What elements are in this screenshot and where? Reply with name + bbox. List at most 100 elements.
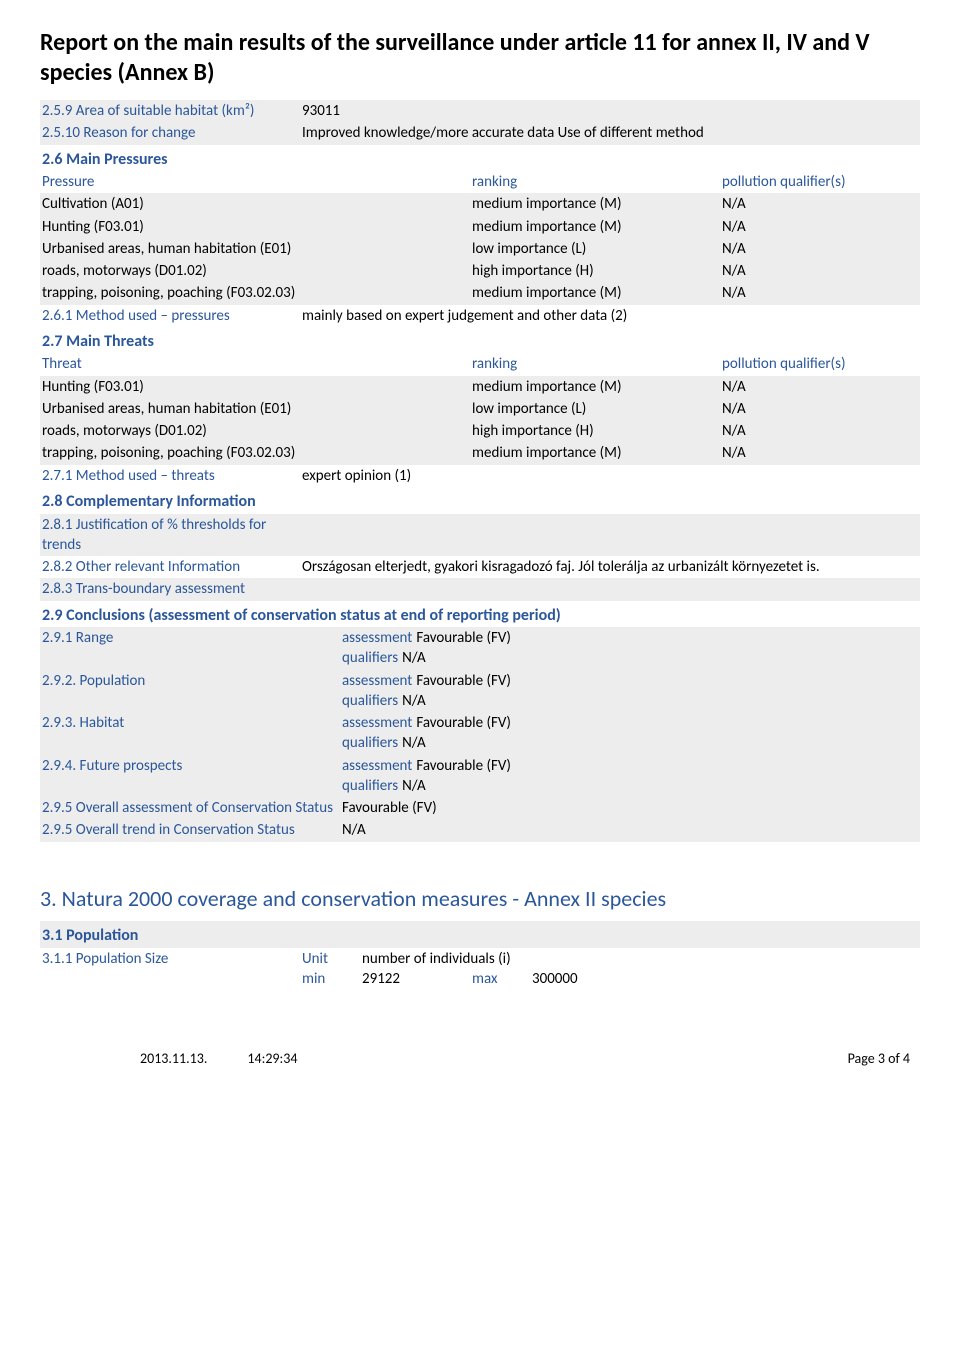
cell: medium importance (M) <box>472 194 722 214</box>
cell: N/A <box>722 399 918 419</box>
cell: Hunting (F03.01) <box>42 377 472 397</box>
field-value: assessmentFavourable (FV) qualifiersN/A <box>342 713 918 754</box>
col-pollution-qualifier: pollution qualifier(s) <box>722 172 918 192</box>
cell: Hunting (F03.01) <box>42 217 472 237</box>
section-2-9: 2.9 Conclusions (assessment of conservat… <box>40 601 920 628</box>
max-value: 300000 <box>532 969 642 989</box>
assessment-value: Favourable (FV) <box>416 756 511 776</box>
cell: roads, motorways (D01.02) <box>42 261 472 281</box>
cell: Urbanised areas, human habitation (E01) <box>42 239 472 259</box>
footer-time: 14:29:34 <box>247 1050 297 1069</box>
field-2-5-10: 2.5.10 Reason for change Improved knowle… <box>40 122 920 144</box>
table-row: Urbanised areas, human habitation (E01) … <box>40 398 920 420</box>
cell: N/A <box>722 443 918 463</box>
field-2-8-1: 2.8.1 Justification of % thresholds for … <box>40 514 920 557</box>
cell: trapping, poisoning, poaching (F03.02.03… <box>42 443 472 463</box>
qualifiers-label: qualifiers <box>342 648 398 668</box>
table-row: roads, motorways (D01.02) high importanc… <box>40 260 920 282</box>
field-2-6-1: 2.6.1 Method used – pressures mainly bas… <box>40 305 920 327</box>
pressures-header: Pressure ranking pollution qualifier(s) <box>40 171 920 193</box>
field-value: mainly based on expert judgement and oth… <box>302 306 918 326</box>
field-value: N/A <box>342 820 918 840</box>
field-label: 3.1.1 Population Size <box>42 949 302 990</box>
col-threat: Threat <box>42 354 472 374</box>
field-value: Országosan elterjedt, gyakori kisragadoz… <box>302 557 918 577</box>
field-2-7-1: 2.7.1 Method used – threats expert opini… <box>40 465 920 487</box>
field-label: 2.9.5 Overall assessment of Conservation… <box>42 798 342 818</box>
col-pressure: Pressure <box>42 172 472 192</box>
page-footer: 2013.11.13. 14:29:34 Page 3 of 4 <box>40 1050 920 1069</box>
cell: N/A <box>722 377 918 397</box>
footer-date: 2013.11.13. <box>140 1050 207 1069</box>
field-value: 93011 <box>302 101 918 121</box>
cell: medium importance (M) <box>472 283 722 303</box>
field-value: Improved knowledge/more accurate data Us… <box>302 123 918 143</box>
cell: N/A <box>722 194 918 214</box>
field-label: 2.9.4. Future prospects <box>42 756 342 776</box>
cell: medium importance (M) <box>472 377 722 397</box>
cell: medium importance (M) <box>472 217 722 237</box>
unit-label: Unit <box>302 949 362 969</box>
cell: low importance (L) <box>472 239 722 259</box>
assessment-label: assessment <box>342 628 412 648</box>
qualifiers-label: qualifiers <box>342 776 398 796</box>
field-2-9-3: 2.9.3. Habitat assessmentFavourable (FV)… <box>40 712 920 755</box>
field-2-9-1: 2.9.1 Range assessmentFavourable (FV) qu… <box>40 627 920 670</box>
qualifiers-label: qualifiers <box>342 691 398 711</box>
table-row: trapping, poisoning, poaching (F03.02.03… <box>40 282 920 304</box>
field-value: Favourable (FV) <box>342 798 918 818</box>
qualifiers-value: N/A <box>402 648 426 668</box>
section-2-6: 2.6 Main Pressures <box>40 145 920 172</box>
field-2-8-3: 2.8.3 Trans-boundary assessment <box>40 578 920 600</box>
footer-page: Page 3 of 4 <box>848 1050 910 1069</box>
field-2-8-2: 2.8.2 Other relevant Information Országo… <box>40 556 920 578</box>
field-2-9-5-overall-trend: 2.9.5 Overall trend in Conservation Stat… <box>40 819 920 841</box>
field-label: 2.9.1 Range <box>42 628 342 648</box>
field-label: 2.8.3 Trans-boundary assessment <box>42 579 302 599</box>
col-ranking: ranking <box>472 354 722 374</box>
page-title: Report on the main results of the survei… <box>40 28 920 88</box>
field-label: 2.9.2. Population <box>42 671 342 691</box>
assessment-label: assessment <box>342 713 412 733</box>
table-row: roads, motorways (D01.02) high importanc… <box>40 420 920 442</box>
field-value: assessmentFavourable (FV) qualifiersN/A <box>342 628 918 669</box>
section-3: 3. Natura 2000 coverage and conservation… <box>40 884 920 914</box>
qualifiers-label: qualifiers <box>342 733 398 753</box>
field-label: 2.9.5 Overall trend in Conservation Stat… <box>42 820 342 840</box>
table-row: Hunting (F03.01) medium importance (M) N… <box>40 216 920 238</box>
unit-value: number of individuals (i) <box>362 949 511 969</box>
assessment-value: Favourable (FV) <box>416 713 511 733</box>
cell: low importance (L) <box>472 399 722 419</box>
qualifiers-value: N/A <box>402 733 426 753</box>
assessment-label: assessment <box>342 671 412 691</box>
min-value: 29122 <box>362 969 472 989</box>
field-label: 2.8.1 Justification of % thresholds for … <box>42 515 302 556</box>
qualifiers-value: N/A <box>402 776 426 796</box>
cell: roads, motorways (D01.02) <box>42 421 472 441</box>
field-label: 2.9.3. Habitat <box>42 713 342 733</box>
assessment-label: assessment <box>342 756 412 776</box>
assessment-value: Favourable (FV) <box>416 671 511 691</box>
section-2-7: 2.7 Main Threats <box>40 327 920 354</box>
cell: N/A <box>722 261 918 281</box>
col-pollution-qualifier: pollution qualifier(s) <box>722 354 918 374</box>
assessment-value: Favourable (FV) <box>416 628 511 648</box>
threats-header: Threat ranking pollution qualifier(s) <box>40 353 920 375</box>
field-2-9-2: 2.9.2. Population assessmentFavourable (… <box>40 670 920 713</box>
col-ranking: ranking <box>472 172 722 192</box>
cell: Urbanised areas, human habitation (E01) <box>42 399 472 419</box>
field-2-9-5-overall-assessment: 2.9.5 Overall assessment of Conservation… <box>40 797 920 819</box>
cell: high importance (H) <box>472 421 722 441</box>
cell: medium importance (M) <box>472 443 722 463</box>
qualifiers-value: N/A <box>402 691 426 711</box>
section-2-8: 2.8 Complementary Information <box>40 487 920 514</box>
field-label: 2.8.2 Other relevant Information <box>42 557 302 577</box>
cell: N/A <box>722 239 918 259</box>
table-row: Cultivation (A01) medium importance (M) … <box>40 193 920 215</box>
cell: trapping, poisoning, poaching (F03.02.03… <box>42 283 472 303</box>
field-label: 2.7.1 Method used – threats <box>42 466 302 486</box>
field-value: assessmentFavourable (FV) qualifiersN/A <box>342 671 918 712</box>
min-label: min <box>302 969 362 989</box>
field-label: 2.5.9 Area of suitable habitat (km²) <box>42 101 302 121</box>
table-row: Hunting (F03.01) medium importance (M) N… <box>40 376 920 398</box>
